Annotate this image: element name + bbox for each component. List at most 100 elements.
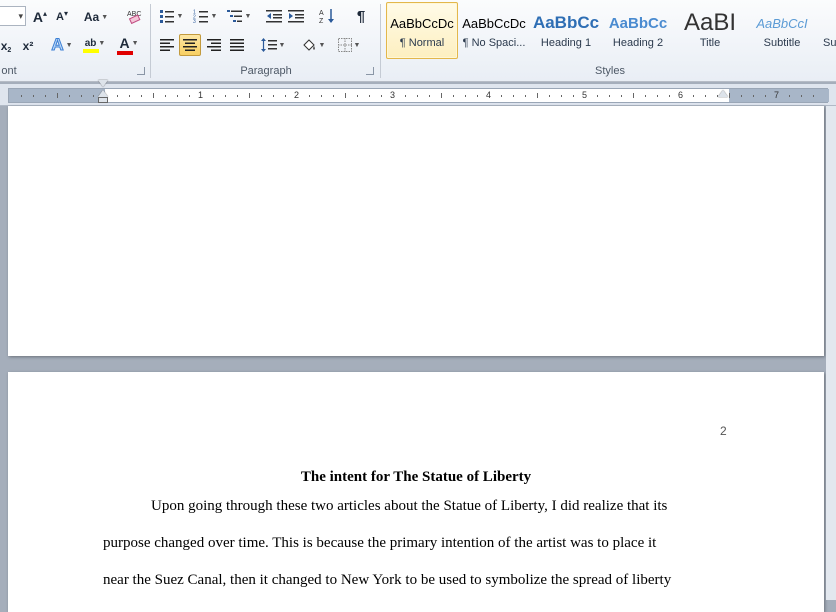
ruler-number: 2 — [294, 90, 300, 100]
ruler-number: 6 — [678, 90, 684, 100]
ruler-number: 7 — [774, 90, 780, 100]
ribbon: ▾ A ▴ A ▾ Aa ▼ ABC x2 x² A ▼ ab ▼ A ▼ ont — [0, 0, 836, 82]
align-right-icon — [207, 39, 221, 51]
ruler-mark — [129, 95, 130, 97]
style-normal[interactable]: AaBbCcDc ¶ Normal — [386, 2, 458, 59]
font-dialog-launcher[interactable] — [137, 67, 145, 75]
left-indent-marker[interactable] — [98, 97, 108, 103]
ruler-mark — [645, 95, 646, 97]
ruler-mark — [801, 95, 802, 97]
change-case-button[interactable]: Aa ▼ — [82, 6, 110, 28]
ruler-mark — [453, 95, 454, 97]
justify-icon — [230, 39, 244, 51]
ruler-mark — [561, 95, 562, 97]
right-indent-marker[interactable] — [718, 90, 728, 97]
ruler-mark — [213, 95, 214, 97]
ruler-mark — [57, 93, 58, 98]
font-group-label: ont — [1, 65, 17, 77]
paragraph-line: near the Suez Canal, then it changed to … — [103, 572, 672, 588]
shrink-font-button[interactable]: A ▾ — [52, 6, 72, 28]
subscript-button[interactable]: x2 — [0, 35, 14, 57]
ruler-mark — [249, 93, 250, 98]
ruler-mark — [177, 95, 178, 97]
chevron-down-icon: ▾ — [18, 10, 23, 21]
style-no-spacing[interactable]: AaBbCcDc ¶ No Spaci... — [458, 2, 530, 59]
styles-group-label: Styles — [595, 65, 625, 77]
shading-button[interactable]: ▼ — [298, 34, 328, 56]
style-preview: AaBbCc — [608, 14, 668, 32]
ruler-mark — [321, 95, 322, 97]
sort-button[interactable]: A Z — [316, 5, 338, 27]
style-subtle-emphasis[interactable]: Su — [818, 2, 836, 59]
decrease-indent-button[interactable] — [264, 5, 284, 27]
numbering-icon: 1 2 3 — [193, 10, 208, 23]
ruler-mark — [669, 95, 670, 97]
borders-icon — [337, 38, 352, 52]
ruler-mark — [273, 95, 274, 97]
ruler-mark — [477, 95, 478, 97]
hanging-indent-marker[interactable] — [98, 90, 108, 97]
justify-button[interactable] — [226, 34, 248, 56]
svg-text:3: 3 — [193, 19, 196, 23]
first-line-indent-marker[interactable] — [98, 80, 108, 87]
highlight-button[interactable]: ab ▼ — [80, 34, 110, 56]
style-name: Heading 1 — [540, 37, 592, 49]
ruler-mark — [285, 95, 286, 97]
horizontal-ruler[interactable]: 1 2 3 4 5 6 7 — [8, 88, 829, 103]
style-heading-2[interactable]: AaBbCc Heading 2 — [602, 2, 674, 59]
group-separator — [150, 4, 151, 78]
style-heading-1[interactable]: AaBbCc Heading 1 — [530, 2, 602, 59]
ruler-mark — [309, 95, 310, 97]
ruler-mark — [465, 95, 466, 97]
ruler-mark — [345, 93, 346, 98]
text-effects-button[interactable]: A ▼ — [48, 34, 76, 56]
paragraph-group-label: Paragraph — [240, 65, 292, 77]
ruler-mark — [141, 95, 142, 97]
grow-font-button[interactable]: A ▴ — [30, 6, 50, 28]
show-hide-marks-button[interactable]: ¶ — [350, 5, 372, 27]
highlight-color-bar — [83, 48, 99, 53]
ruler-mark — [381, 95, 382, 97]
highlighter-icon: ab — [84, 37, 97, 49]
document-page[interactable]: 2 The intent for The Statue of Liberty U… — [8, 372, 824, 612]
grow-font-icon: A — [32, 9, 44, 25]
font-size-dropdown[interactable]: ▾ — [0, 6, 26, 26]
borders-button[interactable]: ▼ — [334, 34, 364, 56]
shrink-font-icon: A — [56, 11, 64, 23]
clear-formatting-button[interactable]: ABC — [124, 5, 146, 27]
multilevel-list-button[interactable]: ▼ — [224, 5, 254, 27]
ruler-number: 4 — [486, 90, 492, 100]
align-center-button[interactable] — [179, 34, 201, 56]
ruler-mark — [729, 93, 730, 98]
line-spacing-button[interactable]: ▼ — [258, 34, 288, 56]
paragraph-dialog-launcher[interactable] — [366, 67, 374, 75]
ruler-number: 1 — [198, 90, 204, 100]
document-title: The intent for The Statue of Liberty — [300, 469, 532, 485]
decrease-indent-icon — [266, 10, 282, 23]
paragraph-line: Upon going through these two articles ab… — [151, 498, 668, 514]
style-name: ¶ Normal — [399, 37, 445, 49]
clear-formatting-icon: ABC — [127, 11, 141, 25]
increase-indent-button[interactable] — [286, 5, 306, 27]
document-page[interactable] — [8, 106, 824, 356]
vertical-scrollbar[interactable] — [826, 106, 836, 600]
ruler-mark — [597, 95, 598, 97]
font-color-button[interactable]: A ▼ — [114, 34, 144, 56]
ruler-mark — [429, 95, 430, 97]
style-preview — [819, 3, 836, 37]
bullets-icon — [159, 10, 174, 23]
ruler-mark — [549, 95, 550, 97]
style-title[interactable]: AaBI Title — [674, 2, 746, 59]
ruler-mark — [333, 95, 334, 97]
ruler-mark — [69, 95, 70, 97]
ruler-mark — [525, 95, 526, 97]
align-left-button[interactable] — [156, 34, 178, 56]
numbering-button[interactable]: 1 2 3 ▼ — [190, 5, 220, 27]
superscript-button[interactable]: x² — [18, 35, 38, 57]
subscript-icon: x — [0, 39, 8, 53]
align-right-button[interactable] — [203, 34, 225, 56]
bullets-button[interactable]: ▼ — [156, 5, 186, 27]
sort-icon: A Z — [319, 9, 334, 24]
style-subtitle[interactable]: AaBbCcI Subtitle — [746, 2, 818, 59]
styles-gallery: AaBbCcDc ¶ Normal AaBbCcDc ¶ No Spaci...… — [384, 2, 836, 62]
